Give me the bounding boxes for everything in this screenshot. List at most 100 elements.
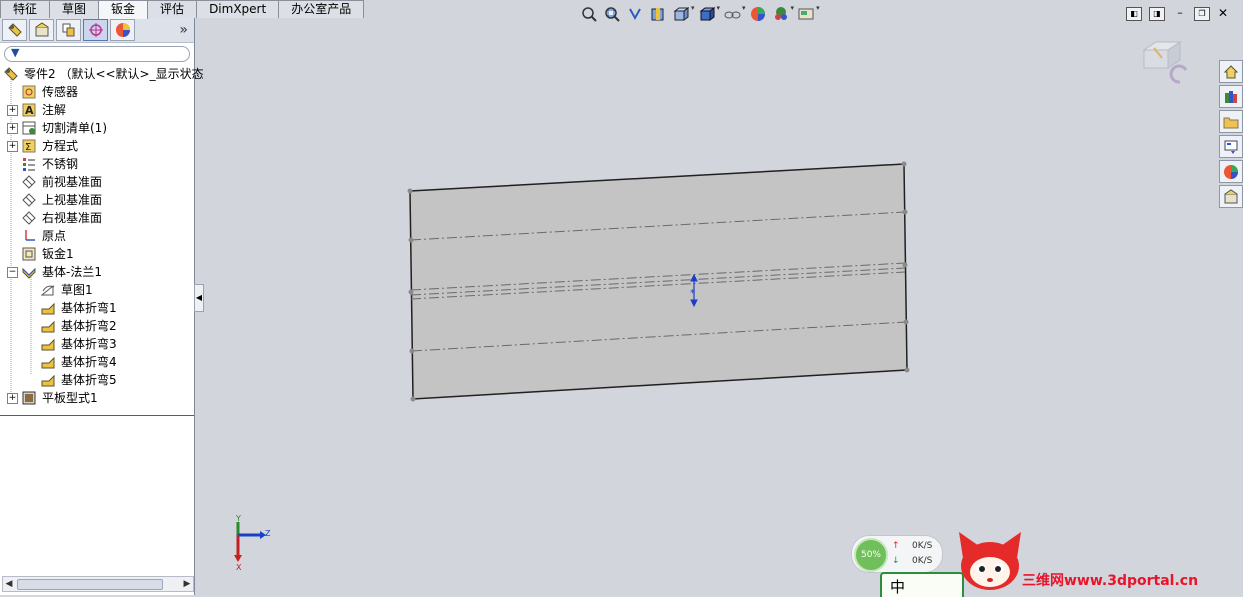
model-canvas: *: [234, 161, 910, 562]
hide-show-items-icon[interactable]: [722, 4, 742, 24]
tree-item-flat-pattern[interactable]: + 平板型式1: [0, 389, 194, 407]
restore-icon[interactable]: ❐: [1194, 7, 1210, 21]
tab-features[interactable]: 特征: [0, 0, 51, 18]
minimize-icon[interactable]: –: [1173, 7, 1187, 19]
file-explorer-icon[interactable]: [1219, 110, 1243, 133]
plane-icon: [22, 211, 36, 225]
panel-more-button[interactable]: »: [179, 22, 188, 38]
expand-icon[interactable]: +: [7, 105, 18, 116]
tree-item-base-bend3[interactable]: 基体折弯3: [0, 335, 194, 353]
scroll-left-icon[interactable]: ◀: [3, 577, 15, 591]
custom-properties-icon[interactable]: [1219, 185, 1243, 208]
display-style-icon[interactable]: [697, 4, 717, 24]
origin-icon: [25, 230, 35, 241]
property-manager-icon[interactable]: [29, 19, 54, 41]
tree-item-base-flange[interactable]: − 基体-法兰1: [0, 263, 194, 281]
tile-right-icon[interactable]: ◨: [1149, 7, 1165, 21]
collapse-icon[interactable]: −: [7, 267, 18, 278]
plane-icon: [22, 175, 36, 189]
material-icon: [23, 158, 35, 171]
tab-dimxpert[interactable]: DimXpert: [196, 0, 280, 18]
scroll-right-icon[interactable]: ▶: [181, 577, 193, 591]
ime-mode-label: 中: [890, 578, 906, 596]
feature-manager-icon[interactable]: [2, 19, 27, 41]
triad-z-label: Z: [265, 529, 271, 538]
scroll-thumb[interactable]: [17, 579, 163, 590]
previous-view-icon[interactable]: [625, 4, 645, 24]
sensor-icon: [22, 85, 36, 99]
tree-item-base-bend1[interactable]: 基体折弯1: [0, 299, 194, 317]
appearances-icon[interactable]: [1219, 160, 1243, 183]
heads-up-view-toolbar: ▾ ▾ ▾ ▾ ▾: [579, 4, 822, 24]
solidworks-resources-icon[interactable]: [1219, 60, 1243, 83]
sheet-metal-icon: [22, 247, 36, 261]
plane-icon: [22, 193, 36, 207]
annotation-icon: A: [22, 103, 36, 117]
edit-appearance-icon[interactable]: [748, 4, 768, 24]
panel-collapse-handle[interactable]: ◀: [194, 284, 204, 312]
watermark-text: 三维网www.3dportal.cn: [1022, 573, 1199, 589]
tree-item-sensors[interactable]: 传感器: [0, 83, 194, 101]
tree-item-front-plane[interactable]: 前视基准面: [0, 173, 194, 191]
tree-item-base-bend5[interactable]: 基体折弯5: [0, 371, 194, 389]
configuration-manager-icon[interactable]: [56, 19, 81, 41]
svg-text:*: *: [690, 288, 695, 299]
mascot-fox-logo: [959, 532, 1021, 590]
flat-pattern-icon: [22, 391, 36, 405]
network-speed-widget[interactable]: 50% ↑ ↓ 0K/S 0K/S: [851, 535, 943, 573]
axis-triad: [234, 522, 266, 562]
base-flange-icon: [22, 267, 36, 279]
rollback-bar[interactable]: [0, 415, 194, 416]
view-orientation-icon[interactable]: [671, 4, 691, 24]
tree-item-equations[interactable]: + Σ 方程式: [0, 137, 194, 155]
tile-left-icon[interactable]: ◧: [1126, 7, 1142, 21]
upload-speed: 0K/S: [912, 541, 933, 551]
task-pane: [1219, 60, 1243, 210]
tree-filter-input[interactable]: ▼: [4, 46, 190, 62]
close-icon[interactable]: ✕: [1216, 7, 1230, 19]
tab-sketch[interactable]: 草图: [49, 0, 100, 18]
display-manager-icon[interactable]: [110, 19, 135, 41]
tree-item-sheet-metal[interactable]: 钣金1: [0, 245, 194, 263]
tree-item-cut-list[interactable]: + 切割清单(1): [0, 119, 194, 137]
expand-icon[interactable]: +: [7, 123, 18, 134]
tab-evaluate[interactable]: 评估: [147, 0, 198, 18]
feature-tree: 零件2 （默认<<默认>_显示状态 传感器 + A 注解 + 切割清单(1) +…: [0, 65, 204, 425]
tree-item-annotations[interactable]: + A 注解: [0, 101, 194, 119]
zoom-to-area-icon[interactable]: [602, 4, 622, 24]
tree-item-material[interactable]: 不锈钢: [0, 155, 194, 173]
section-view-icon[interactable]: [648, 4, 668, 24]
view-cube-icon[interactable]: [1140, 40, 1196, 88]
view-settings-icon[interactable]: [796, 4, 816, 24]
apply-scene-icon[interactable]: [771, 4, 791, 24]
tree-item-sketch1[interactable]: 草图1: [0, 281, 194, 299]
expand-icon[interactable]: +: [7, 141, 18, 152]
tree-item-origin[interactable]: 原点: [0, 227, 194, 245]
view-palette-icon[interactable]: [1219, 135, 1243, 158]
bend-icon: [41, 338, 55, 351]
expand-icon[interactable]: +: [7, 393, 18, 404]
cut-list-icon: [22, 121, 36, 135]
tree-item-base-bend4[interactable]: 基体折弯4: [0, 353, 194, 371]
upload-arrow-icon: ↑: [892, 541, 900, 551]
tree-item-base-bend2[interactable]: 基体折弯2: [0, 317, 194, 335]
design-library-icon[interactable]: [1219, 85, 1243, 108]
command-manager-tabs: 特征 草图 钣金 评估 DimXpert 办公室产品: [0, 0, 365, 19]
svg-text:A: A: [25, 104, 34, 117]
sketch-icon: [41, 284, 55, 296]
zoom-to-fit-icon[interactable]: [579, 4, 599, 24]
svg-text:Σ: Σ: [25, 142, 31, 153]
tab-sheet-metal[interactable]: 钣金: [98, 0, 149, 19]
bend-icon: [41, 302, 55, 315]
equation-icon: Σ: [22, 139, 36, 153]
triad-x-label: X: [236, 563, 242, 572]
tab-office-products[interactable]: 办公室产品: [278, 0, 365, 18]
dimxpert-manager-icon[interactable]: [83, 19, 108, 41]
tree-item-right-plane[interactable]: 右视基准面: [0, 209, 194, 227]
graphics-area[interactable]: * Y Z X ▾ ▾ ▾ ▾ ▾ ◧ ◨ – ❐ ✕: [196, 0, 1243, 595]
ime-toolbar[interactable]: 中: [880, 572, 964, 597]
filter-icon: ▼: [11, 46, 20, 59]
tree-item-top-plane[interactable]: 上视基准面: [0, 191, 194, 209]
bend-icon: [41, 374, 55, 387]
tree-horizontal-scrollbar[interactable]: ◀ ▶: [2, 576, 194, 592]
